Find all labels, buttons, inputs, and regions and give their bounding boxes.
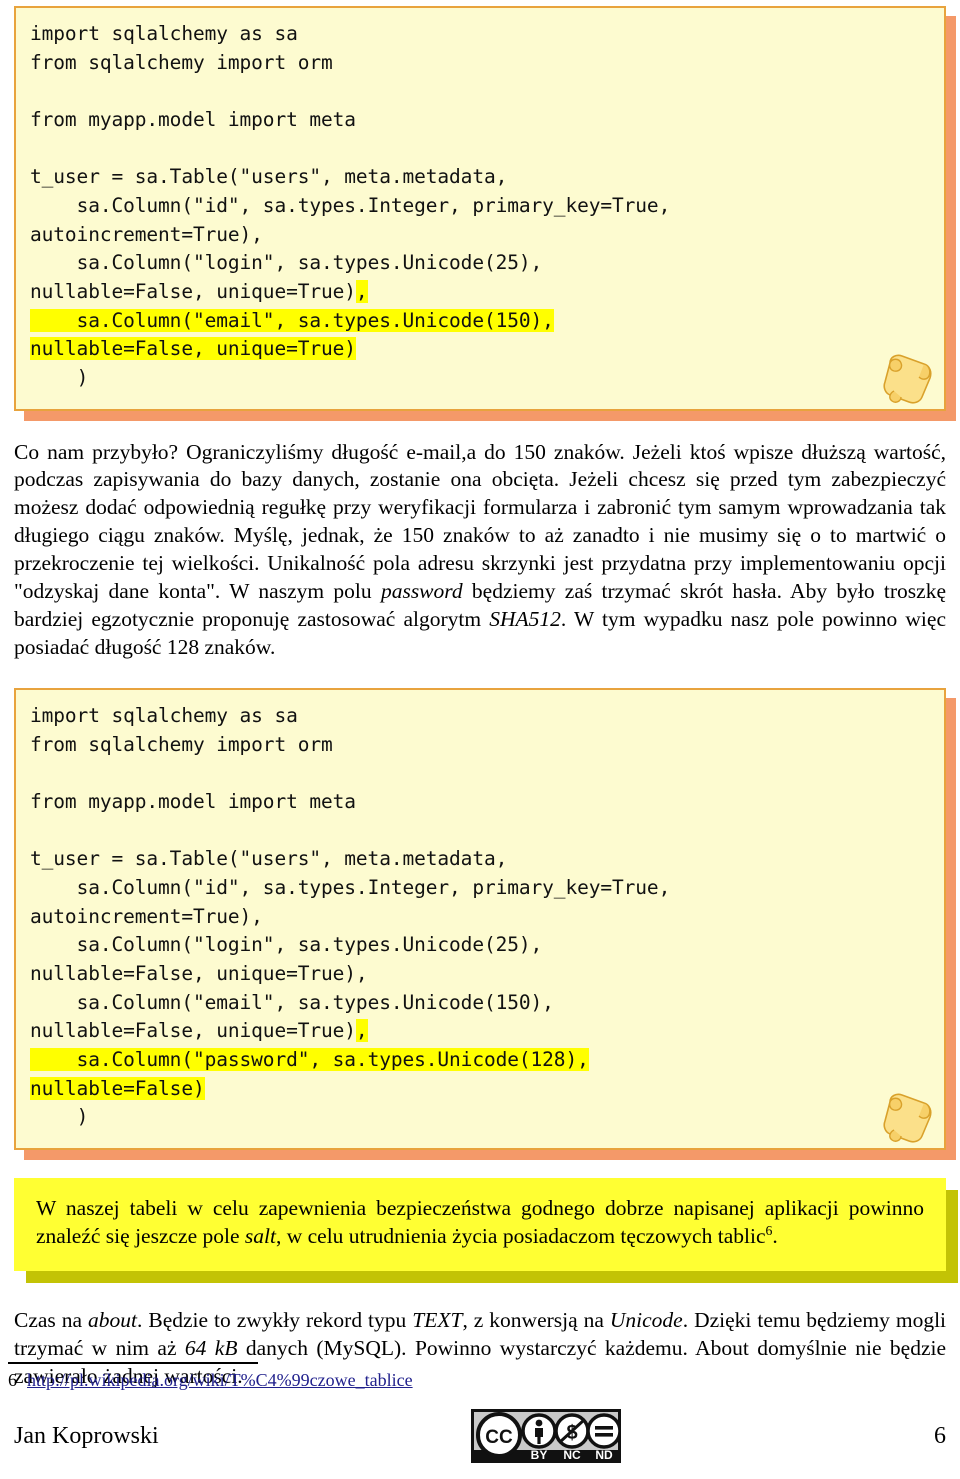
code-block-1-text: import sqlalchemy as sa from sqlalchemy … bbox=[30, 22, 671, 389]
callout-body: W naszej tabeli w celu zapewnienia bezpi… bbox=[14, 1177, 946, 1271]
code-block-1-card: import sqlalchemy as sa from sqlalchemy … bbox=[14, 6, 946, 411]
footer-page-number: 6 bbox=[934, 1422, 946, 1449]
code-block-2-text: import sqlalchemy as sa from sqlalchemy … bbox=[30, 704, 671, 1129]
svg-text:CC: CC bbox=[486, 1427, 514, 1448]
footnote-item: 6 http://pl.wikipedia.org/wiki/T%C4%99cz… bbox=[0, 1370, 960, 1391]
footnote-marker: 6 bbox=[8, 1370, 17, 1390]
paragraph-email-length: Co nam przybyło? Ograniczyliśmy długość … bbox=[14, 439, 946, 660]
footnote-divider bbox=[8, 1362, 258, 1364]
code-block-2-card: import sqlalchemy as sa from sqlalchemy … bbox=[14, 688, 946, 1150]
callout-salt-note: W naszej tabeli w celu zapewnienia bezpi… bbox=[14, 1177, 958, 1283]
code-block-1: import sqlalchemy as sa from sqlalchemy … bbox=[14, 6, 956, 421]
footnote-link[interactable]: http://pl.wikipedia.org/wiki/T%C4%99czow… bbox=[27, 1370, 413, 1391]
badge-term-nc: NC bbox=[564, 1448, 582, 1462]
creative-commons-by-nc-nd-badge: CC $ BY NC ND bbox=[471, 1409, 622, 1463]
callout-text: W naszej tabeli w celu zapewnienia bezpi… bbox=[36, 1195, 924, 1249]
footer-author: Jan Koprowski bbox=[14, 1422, 159, 1449]
page-footer: Jan Koprowski CC $ BY NC ND 6 bbox=[0, 1405, 960, 1467]
badge-term-nd: ND bbox=[596, 1448, 614, 1462]
footnote-section: 6 http://pl.wikipedia.org/wiki/T%C4%99cz… bbox=[0, 1362, 960, 1391]
badge-term-by: BY bbox=[531, 1448, 548, 1462]
code-block-2: import sqlalchemy as sa from sqlalchemy … bbox=[14, 688, 956, 1160]
